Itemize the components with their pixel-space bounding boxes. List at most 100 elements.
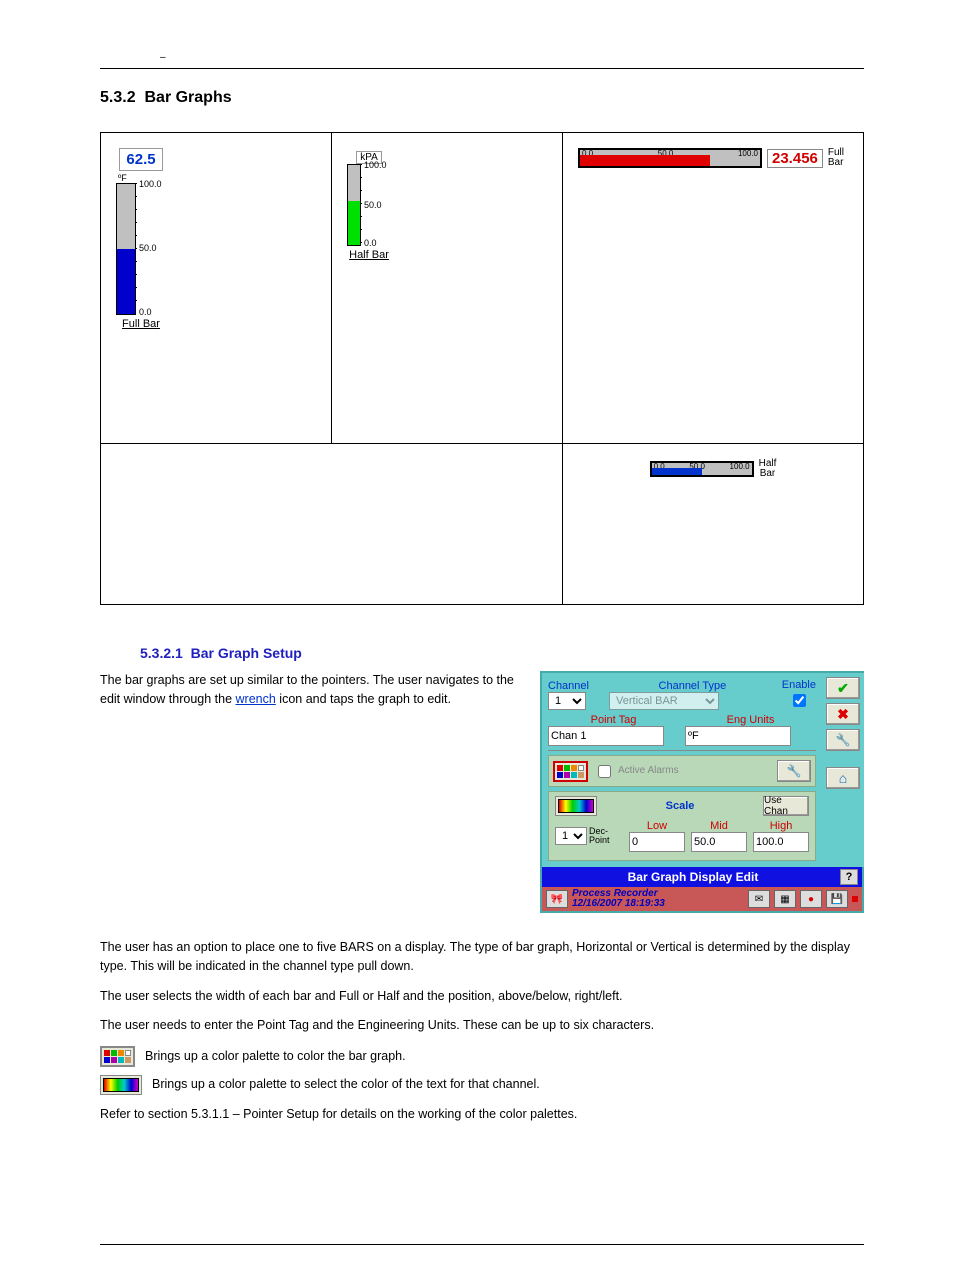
paragraph-1: The user has an option to place one to f… [100,938,864,977]
active-alarms-label: Active Alarms [618,766,679,776]
vbar-full-track [116,183,136,315]
section-title: Bar Graphs [144,89,231,106]
scale-low-label: Low [629,820,685,832]
status-dot-icon [852,896,858,902]
tool-button[interactable] [826,729,860,751]
channel-label: Channel [548,680,603,692]
dialog-title-bar: Bar Graph Display Edit ? [542,867,862,887]
channel-type-label: Channel Type [609,680,776,692]
vertical-full-bar-widget: 62.5 ºF 100.0 50.0 0.0 Full Bar [116,148,166,330]
paragraph-3: The user needs to enter the Point Tag an… [100,1016,864,1035]
scale-mid-label: Mid [691,820,747,832]
hbar-half-caption-l2: Bar [759,469,777,479]
setup-intro-text: The bar graphs are set up similar to the… [100,671,520,709]
hbar-full-caption: Full Bar [828,148,844,168]
text-color-palette-icon [100,1075,142,1095]
vertical-half-bar-widget: kPA 100.0 50.0 0.0 Half Bar [347,148,391,261]
x-icon [837,706,849,723]
status-icon-mail[interactable]: ✉ [748,890,770,908]
section-number: 5.3.2 [100,89,136,106]
hbar-full-fill [580,155,710,166]
subsection-heading: 5.3.2.1 Bar Graph Setup [140,645,864,661]
active-alarms-checkbox[interactable] [598,765,611,778]
dec-point-label: Dec-Point [589,827,623,845]
vbar-full-caption: Full Bar [116,318,166,330]
header-dash: – [160,52,166,63]
paragraph-2: The user selects the width of each bar a… [100,987,864,1006]
home-icon [839,770,847,786]
scale-low-input[interactable] [629,832,685,852]
status-bar: 🎀 Process Recorder 12/16/2007 18:19:33 ✉… [542,887,862,911]
cancel-button[interactable] [826,703,860,725]
setup-intro-after: icon and taps the graph to edit. [279,692,451,706]
tick-50: 50.0 [139,243,157,253]
vbar-half-ticks: 100.0 50.0 0.0 [361,164,391,244]
wrench-icon [836,733,851,747]
scale-label: Scale [603,800,757,812]
dialog-button-column [822,673,864,867]
tick-100: 100.0 [364,160,387,170]
horizontal-half-bar-widget: 0.0 50.0 100.0 Half Bar [578,459,848,479]
section-heading: 5.3.2 Bar Graphs [100,89,864,107]
wrench-icon [787,764,802,778]
dec-point-select[interactable]: 1 [555,827,587,845]
tick-100: 100.0 [730,462,750,471]
enable-label: Enable [782,679,816,691]
scale-high-label: High [753,820,809,832]
vbar-half-caption: Half Bar [347,249,391,261]
status-icon-alarm[interactable]: ● [800,890,822,908]
vbar-half-track [347,164,361,246]
status-text: Process Recorder 12/16/2007 18:19:33 [572,889,665,909]
bar-color-palette-icon [100,1046,135,1067]
eng-units-label: Eng Units [685,714,816,726]
tick-0: 0.0 [139,307,152,317]
enable-checkbox[interactable] [793,694,806,707]
eng-units-input[interactable] [685,726,791,746]
footer-rule [100,1244,864,1246]
palette-ref-post: Pointer Setup for details on the working… [240,1107,578,1121]
hbar-half-track: 0.0 50.0 100.0 [650,461,754,477]
status-icon-grid[interactable]: ▦ [774,890,796,908]
subsection-number: 5.3.2.1 [140,645,183,661]
tick-100: 100.0 [738,149,758,158]
wrench-link[interactable]: wrench [236,692,276,706]
vbar-full-value: 62.5 [119,148,162,171]
home-button[interactable] [826,767,860,789]
bar-examples-table: 62.5 ºF 100.0 50.0 0.0 Full Bar [100,132,864,605]
status-icon-save[interactable]: 💾 [826,890,848,908]
palette-reference: Refer to section 5.3.1.1 – Pointer Setup… [100,1105,864,1124]
bar-color-palette-button[interactable] [553,761,588,782]
use-chan-button[interactable]: Use Chan [763,796,809,816]
help-button[interactable]: ? [840,869,858,885]
palette-ref-dash: – [233,1107,240,1121]
tick-100: 100.0 [139,179,162,189]
dialog-title: Bar Graph Display Edit [546,870,840,884]
icon-2-description: Brings up a color palette to select the … [152,1075,540,1094]
vbar-full-ticks: 100.0 50.0 0.0 [136,183,166,313]
vbar-full-fill [117,249,135,314]
bar-graph-edit-dialog: Channel 1 Channel Type Vertical BAR [540,671,864,913]
hbar-full-caption-l2: Bar [828,158,844,168]
scale-high-input[interactable] [753,832,809,852]
channel-type-select[interactable]: Vertical BAR [609,692,719,710]
ok-button[interactable] [826,677,860,699]
point-tag-label: Point Tag [548,714,679,726]
check-icon [837,680,849,697]
tick-0: 0.0 [364,238,377,248]
subsection-title: Bar Graph Setup [191,645,302,661]
alarm-config-button[interactable] [777,760,811,782]
point-tag-input[interactable] [548,726,664,746]
status-icon-1[interactable]: 🎀 [546,890,568,908]
icon-1-description: Brings up a color palette to color the b… [145,1047,406,1066]
scale-mid-input[interactable] [691,832,747,852]
text-color-palette-button[interactable] [555,796,597,816]
hbar-full-value: 23.456 [767,149,823,168]
palette-ref-pre: Refer to section 5.3.1.1 [100,1107,233,1121]
vbar-half-fill [348,201,360,245]
channel-select[interactable]: 1 [548,692,586,710]
hbar-full-track: 0.0 50.0 100.0 [578,148,762,168]
hbar-half-caption: Half Bar [759,459,777,479]
tick-50: 50.0 [364,200,382,210]
status-time: 12/16/2007 18:19:33 [572,899,665,909]
hbar-half-fill [652,468,702,475]
